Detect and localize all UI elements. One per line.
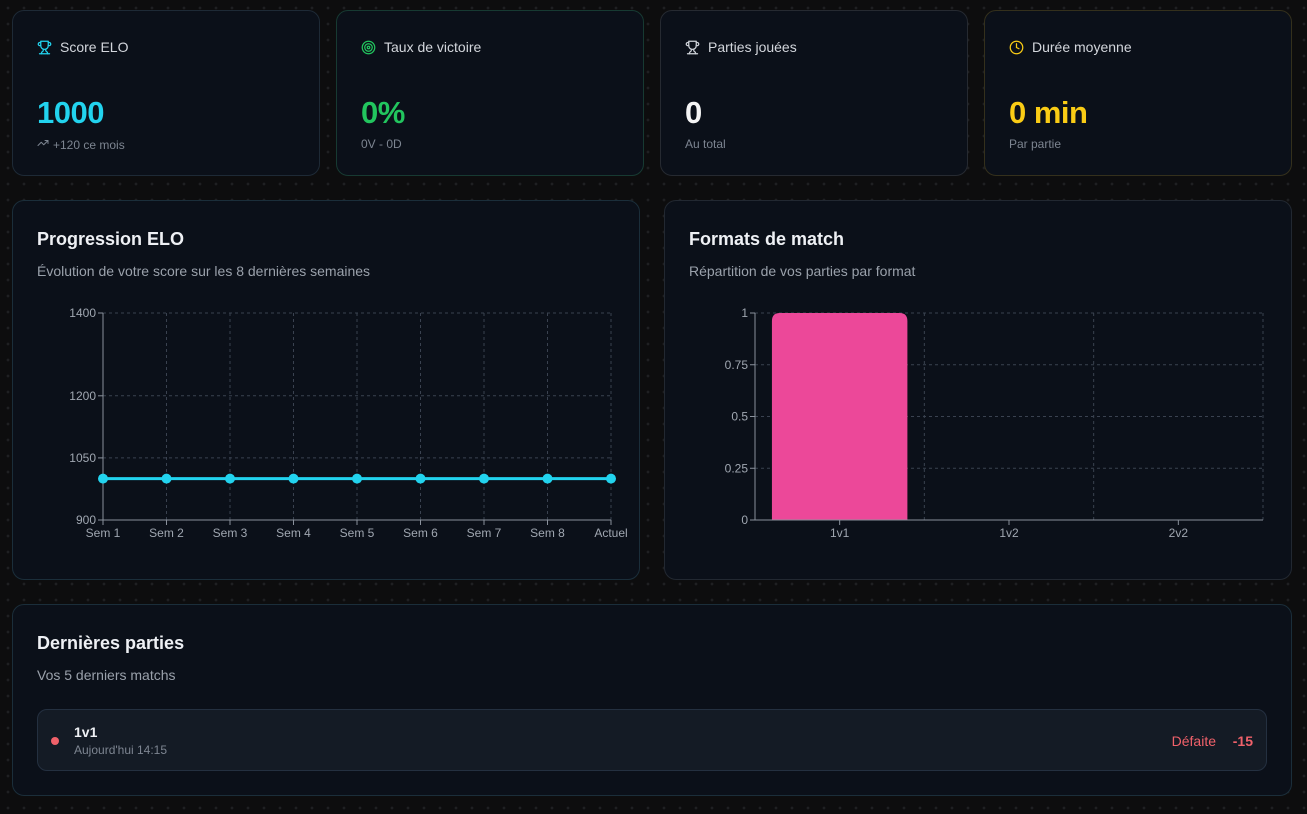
elo-progression-card: Progression ELO Évolution de votre score… [12, 200, 640, 580]
elo-data-point [225, 473, 235, 484]
stat-subtext: Par partie [1009, 137, 1062, 151]
x-tick-label: Sem 6 [403, 526, 438, 540]
elo-data-point [161, 473, 172, 484]
y-tick-label: 0.25 [725, 461, 749, 475]
stat-subtext: 0V - 0D [361, 137, 402, 151]
panel-title: Dernières parties [37, 633, 185, 653]
x-tick-label: Sem 4 [276, 526, 311, 540]
x-tick-label: 1v2 [999, 526, 1019, 540]
elo-data-point [98, 473, 108, 484]
x-tick-label: Sem 8 [530, 526, 565, 540]
stat-header: Taux de victoire [361, 39, 481, 55]
trophy-icon [685, 40, 700, 55]
match-format: 1v1 [74, 724, 98, 740]
x-tick-label: Sem 2 [149, 526, 184, 540]
match-formats-card: Formats de match Répartition de vos part… [664, 200, 1292, 580]
match-result: Défaite [1171, 733, 1216, 749]
stat-label: Taux de victoire [384, 39, 482, 55]
elo-line-chart: 900 1050 1200 1400 Sem 1 Sem 2 Sem 3 Sem 4 Sem 5… [69, 306, 627, 540]
stat-card-avg-duration: Durée moyenne 0 min Par partie [984, 10, 1292, 176]
stat-label: Parties jouées [708, 39, 797, 55]
format-bar-chart: 0 0.25 0.5 0.75 1 1v1 1v2 2v2 [725, 306, 1264, 540]
x-tick-label: 1v1 [830, 526, 850, 540]
recent-matches-card: Dernières parties Vos 5 derniers matchs … [12, 604, 1292, 796]
stat-value: 0% [361, 95, 405, 130]
y-tick-label: 1200 [69, 389, 96, 403]
x-tick-label: Sem 3 [213, 526, 248, 540]
result-dot-icon [51, 737, 59, 745]
elo-data-point [352, 473, 362, 484]
stat-card-elo: Score ELO 1000 +120 ce mois [12, 10, 320, 176]
trophy-icon [37, 40, 52, 55]
x-tick-label: Sem 5 [340, 526, 375, 540]
stat-subtext: Au total [685, 137, 726, 151]
elo-data-point [606, 473, 616, 484]
x-tick-label: Actuel [594, 526, 627, 540]
clock-icon [1009, 40, 1024, 55]
y-tick-label: 0.5 [731, 410, 748, 424]
panel-subtitle: Vos 5 derniers matchs [37, 667, 176, 683]
elo-data-point [288, 473, 299, 484]
stat-label: Durée moyenne [1032, 39, 1132, 55]
stat-sub-label: +120 ce mois [53, 137, 125, 152]
format-bar [771, 313, 908, 520]
y-tick-label: 900 [76, 513, 96, 527]
stat-card-win-rate: Taux de victoire 0% 0V - 0D [336, 10, 644, 176]
elo-data-point [415, 473, 426, 484]
trending-up-icon [37, 137, 49, 152]
stat-label: Score ELO [60, 39, 129, 55]
y-tick-label: 0 [741, 513, 748, 527]
x-tick-label: 2v2 [1169, 526, 1189, 540]
stat-value: 1000 [37, 95, 104, 130]
elo-delta: -15 [1232, 733, 1253, 749]
stat-header: Parties jouées [685, 39, 797, 55]
elo-data-point [542, 473, 553, 484]
y-tick-label: 1400 [69, 306, 96, 320]
stat-header: Score ELO [37, 39, 128, 55]
stat-value: 0 [685, 95, 702, 130]
x-tick-label: Sem 1 [86, 526, 121, 540]
y-tick-label: 0.75 [725, 358, 749, 372]
stat-subtext: +120 ce mois [37, 137, 125, 152]
match-row[interactable]: 1v1 Aujourd'hui 14:15 Défaite -15 [37, 709, 1267, 771]
target-icon [361, 40, 376, 55]
match-time: Aujourd'hui 14:15 [74, 743, 168, 757]
y-tick-label: 1 [741, 306, 748, 320]
stat-card-games-played: Parties jouées 0 Au total [660, 10, 968, 176]
elo-data-point [479, 473, 489, 484]
stat-value: 0 min [1009, 95, 1088, 130]
x-tick-label: Sem 7 [467, 526, 502, 540]
stat-header: Durée moyenne [1009, 39, 1132, 55]
y-tick-label: 1050 [69, 451, 96, 465]
